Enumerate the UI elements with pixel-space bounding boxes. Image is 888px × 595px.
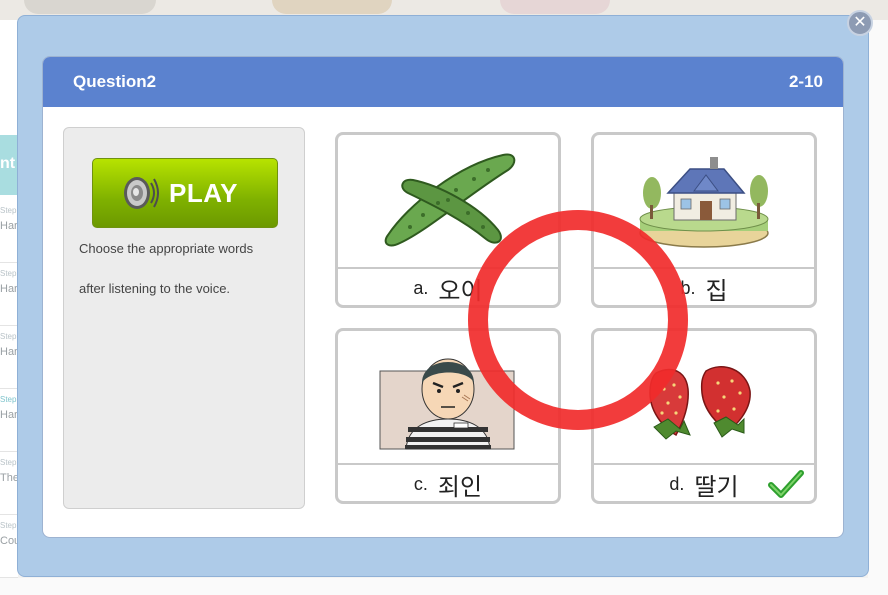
question-title: Question2	[73, 72, 157, 91]
option-word: 집	[705, 277, 728, 305]
background-list-item: Step Cou	[0, 515, 20, 578]
play-label: PLAY	[169, 177, 238, 208]
audio-panel: PLAY Choose the appropriate words after …	[63, 127, 305, 509]
option-card-c[interactable]: c. 죄인	[335, 328, 561, 504]
instruction-text: Choose the appropriate words	[79, 241, 254, 256]
background-footer	[0, 578, 888, 595]
quiz-panel: Question2 2-10 PLAY Choose the appropria…	[42, 56, 844, 538]
checkmark-icon	[768, 470, 804, 498]
option-word: 죄인	[437, 473, 483, 501]
question-progress: 2-10	[788, 72, 823, 91]
background-list-item: Step Har	[0, 326, 18, 389]
speaker-icon	[124, 177, 159, 209]
prisoner-image	[379, 358, 515, 450]
cucumber-image	[384, 153, 516, 247]
option-card-b[interactable]: b. 집	[591, 132, 817, 308]
option-caption: d. 딸기	[594, 463, 814, 501]
option-letter: d.	[669, 473, 685, 494]
background-tab: nt	[0, 135, 18, 195]
background-list-item: Step Har	[0, 389, 18, 452]
close-icon: ✕	[853, 14, 867, 31]
background-decoration	[500, 0, 610, 14]
option-letter: b.	[680, 277, 696, 298]
option-letter: a.	[413, 277, 429, 298]
option-caption: a. 오이	[338, 267, 558, 305]
option-word: 오이	[438, 277, 483, 305]
background-list-item: Step Har	[0, 263, 18, 326]
option-letter: c.	[413, 473, 428, 494]
background-sidebar: nt Step Har Step Har Step Har Step Har Step T…	[0, 20, 20, 595]
instruction-text: after listening to the voice.	[79, 281, 231, 296]
option-word: 딸기	[694, 473, 739, 501]
quiz-header: Question2 2-10	[43, 57, 843, 107]
option-caption: c. 죄인	[338, 463, 558, 501]
background-list-item: Step The	[0, 452, 19, 515]
background-right-strip	[868, 20, 888, 595]
option-card-a[interactable]: a. 오이	[335, 132, 561, 308]
strawberry-image	[649, 366, 751, 440]
house-image	[639, 157, 769, 248]
option-caption: b. 집	[594, 267, 814, 305]
close-button[interactable]: ✕	[847, 10, 873, 36]
background-decoration	[272, 0, 392, 14]
option-card-d[interactable]: d. 딸기	[591, 328, 817, 504]
background-list-item: Step Har	[0, 200, 18, 263]
play-button[interactable]: PLAY	[92, 158, 278, 228]
background-decoration	[24, 0, 156, 14]
